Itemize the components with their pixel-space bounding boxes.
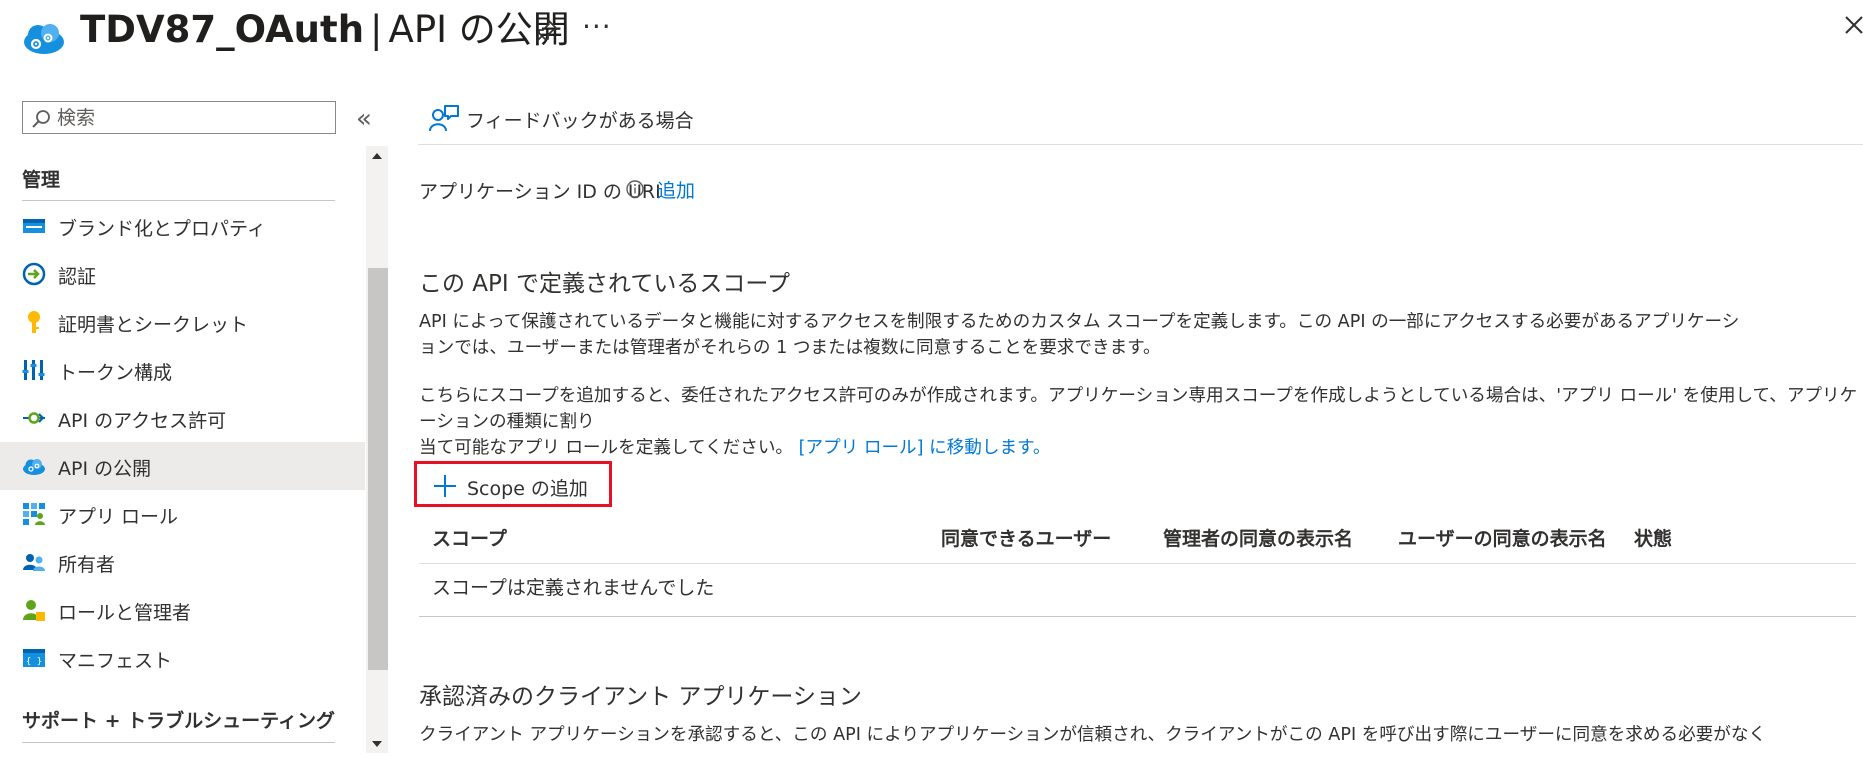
sidebar-item-label: 認証	[58, 266, 97, 288]
branding-icon	[22, 214, 46, 238]
scopes-description-line2: ョンでは、ユーザーまたは管理者がそれらの 1 つまたは複数に同意することを要求で…	[419, 338, 1161, 358]
sidebar-item-roles-admins[interactable]: ロールと管理者	[0, 586, 365, 634]
search-icon	[32, 110, 50, 128]
sidebar-item-label: 所有者	[58, 554, 116, 576]
feedback-label: フィードバックがある場合	[466, 110, 694, 132]
feedback-icon	[429, 105, 459, 132]
search-input[interactable]	[57, 105, 327, 130]
add-scope-label: Scope の追加	[467, 478, 588, 500]
roles-admins-icon	[22, 598, 46, 622]
section-header-manage: 管理	[22, 169, 61, 191]
pin-icon[interactable]	[534, 18, 560, 44]
app-id-uri-add-link[interactable]: 追加	[657, 176, 695, 203]
sidebar-item-label: アプリ ロール	[58, 506, 179, 528]
sidebar-item-token-config[interactable]: トークン構成	[0, 346, 365, 394]
sidebar-item-certificates[interactable]: 証明書とシークレット	[0, 298, 365, 346]
scopes-heading: この API で定義されているスコープ	[419, 271, 790, 297]
sidebar-item-label: マニフェスト	[58, 650, 173, 672]
scopes-note: こちらにスコープを追加すると、委任されたアクセス許可のみが作成されます。アプリケ…	[419, 383, 1859, 461]
more-options-button[interactable]: ···	[582, 10, 612, 43]
scrollbar-thumb[interactable]	[368, 268, 388, 670]
column-header-state[interactable]: 状態	[1634, 524, 1672, 551]
page-title: TDV87_OAuth | API の公開	[80, 4, 570, 56]
owners-icon	[22, 550, 46, 574]
column-header-admin-consent-name[interactable]: 管理者の同意の表示名	[1163, 524, 1353, 551]
api-permissions-icon	[22, 406, 46, 430]
authorized-clients-description: クライアント アプリケーションを承認すると、この API によりアプリケーション…	[419, 725, 1767, 745]
sidebar-item-manifest[interactable]: { } マニフェスト	[0, 634, 365, 682]
svg-text:{ }: { }	[26, 657, 42, 667]
sidebar-item-label: ロールと管理者	[58, 602, 192, 624]
scroll-up-button[interactable]	[366, 146, 388, 164]
sidebar-item-label: API のアクセス許可	[58, 410, 227, 432]
sidebar-item-owners[interactable]: 所有者	[0, 538, 365, 586]
collapse-sidebar-button[interactable]: «	[356, 104, 372, 134]
sidebar-search[interactable]	[22, 101, 336, 134]
table-bottom-divider	[419, 616, 1856, 617]
toolbar-divider	[418, 144, 1863, 145]
caret-down-icon	[372, 741, 382, 747]
resource-name: TDV87_OAuth	[80, 8, 365, 51]
scopes-description: API によって保護されているデータと機能に対するアクセスを制限するためのカスタ…	[419, 309, 1859, 361]
column-header-user-consent-name[interactable]: ユーザーの同意の表示名	[1398, 524, 1607, 551]
section-divider	[22, 200, 335, 201]
scopes-note-text: 当て可能なアプリ ロールを定義してください。	[419, 438, 794, 458]
expose-api-icon	[22, 454, 46, 478]
key-icon	[22, 310, 46, 334]
caret-up-icon	[372, 153, 382, 159]
app-registration-icon	[20, 18, 66, 58]
sidebar-item-app-roles[interactable]: アプリ ロール	[0, 490, 365, 538]
sidebar-item-branding[interactable]: ブランド化とプロパティ	[0, 202, 365, 250]
table-empty-message: スコープは定義されませんでした	[432, 577, 715, 599]
scroll-down-button[interactable]	[366, 735, 388, 753]
manifest-icon: { }	[22, 646, 46, 670]
plus-icon	[434, 475, 456, 497]
add-scope-button[interactable]: Scope の追加	[414, 461, 612, 507]
column-header-scope[interactable]: スコープ	[432, 524, 507, 551]
scopes-description-line1: API によって保護されているデータと機能に対するアクセスを制限するためのカスタ…	[419, 312, 1740, 332]
sidebar-item-label: API の公開	[58, 458, 152, 480]
scopes-note-line2: 当て可能なアプリ ロールを定義してください。 [アプリ ロール] に移動します。	[419, 435, 1859, 461]
authorized-clients-heading: 承認済みのクライアント アプリケーション	[419, 684, 862, 710]
sidebar-item-api-permissions[interactable]: API のアクセス許可	[0, 394, 365, 442]
close-icon[interactable]	[1843, 14, 1863, 36]
column-header-who-can-consent[interactable]: 同意できるユーザー	[941, 524, 1111, 551]
authentication-icon	[22, 262, 46, 286]
info-icon[interactable]	[625, 179, 645, 199]
title-separator: |	[370, 8, 383, 51]
section-header-support: サポート + トラブルシューティング	[22, 710, 336, 732]
scopes-note-line1: こちらにスコープを追加すると、委任されたアクセス許可のみが作成されます。アプリケ…	[419, 386, 1858, 432]
app-roles-link[interactable]: [アプリ ロール] に移動します。	[799, 438, 1051, 458]
table-header-divider	[419, 563, 1856, 564]
app-roles-icon	[22, 502, 46, 526]
sidebar-item-authentication[interactable]: 認証	[0, 250, 365, 298]
sidebar-item-label: 証明書とシークレット	[58, 314, 249, 336]
sidebar-item-label: トークン構成	[58, 362, 173, 384]
sidebar-item-expose-api[interactable]: API の公開	[0, 442, 365, 490]
sidebar-item-label: ブランド化とプロパティ	[58, 218, 266, 240]
token-config-icon	[22, 358, 46, 382]
section-divider	[22, 742, 335, 743]
